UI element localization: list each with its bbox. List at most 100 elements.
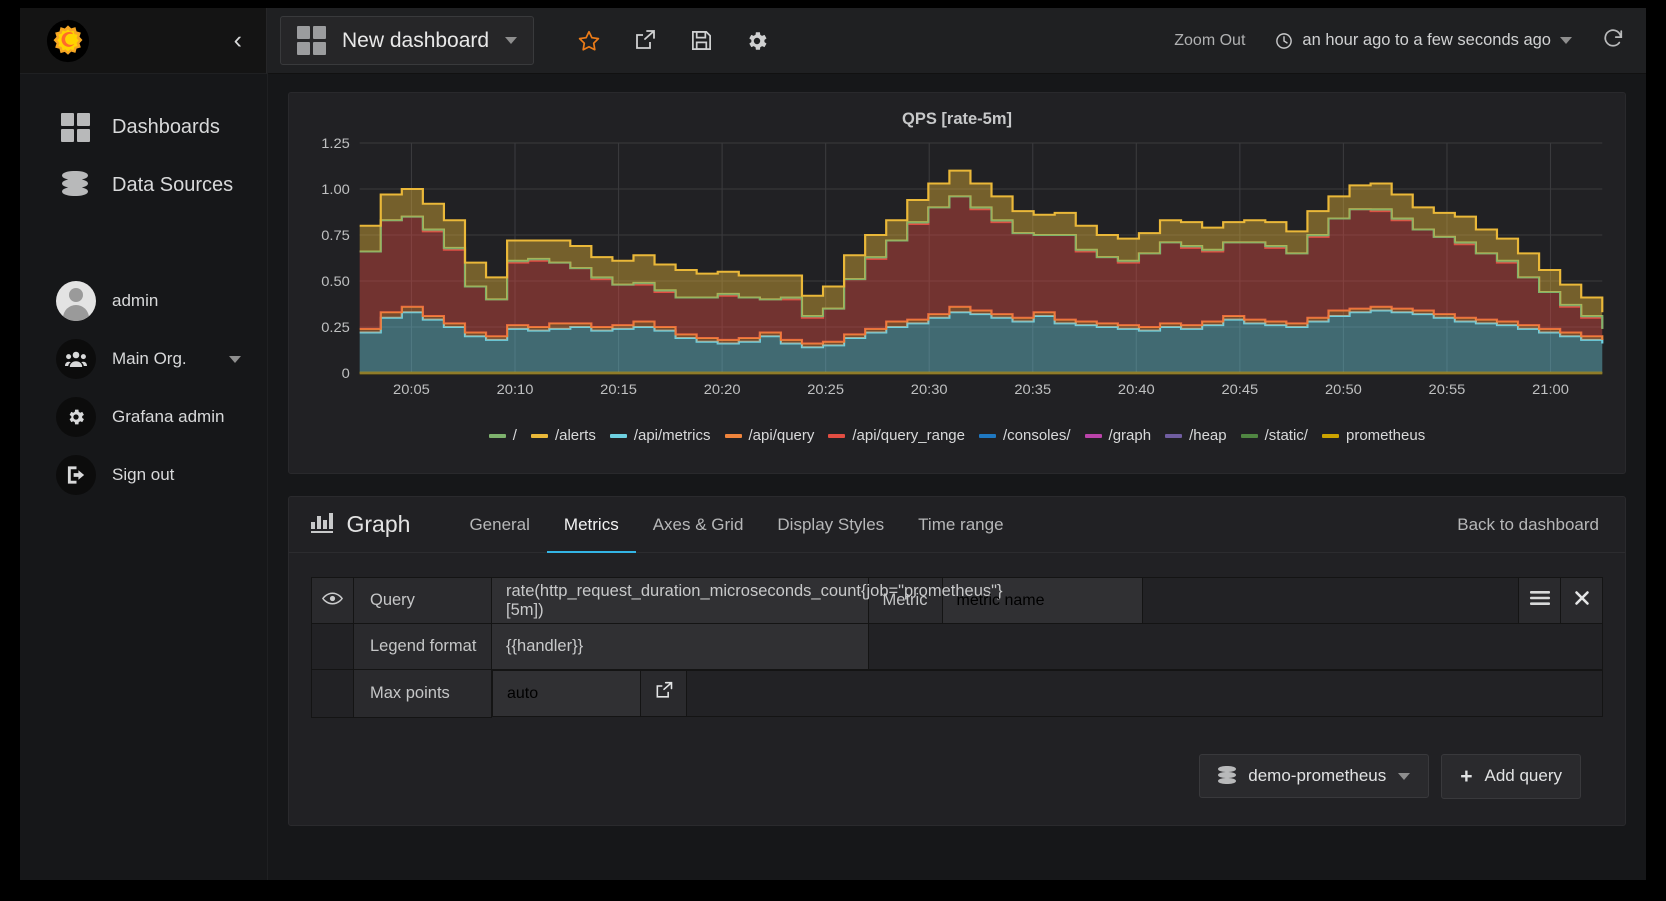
svg-text:21:00: 21:00	[1532, 382, 1569, 397]
legend-series-label: /graph	[1108, 427, 1152, 444]
legend-format-value: {{handler}}	[506, 637, 584, 655]
svg-text:20:10: 20:10	[497, 382, 534, 397]
chevron-down-icon	[505, 37, 518, 44]
refresh-icon[interactable]	[1602, 27, 1624, 54]
svg-text:20:25: 20:25	[807, 382, 844, 397]
editor-type-label: Graph	[346, 511, 411, 537]
svg-text:20:40: 20:40	[1118, 382, 1155, 397]
add-query-button[interactable]: + Add query	[1441, 753, 1581, 799]
time-range-picker[interactable]: an hour ago to a few seconds ago	[1275, 31, 1572, 50]
tab-display-styles[interactable]: Display Styles	[760, 498, 901, 553]
metric-placeholder: metric name	[956, 591, 1045, 609]
remove-query-button[interactable]	[1560, 577, 1603, 624]
tab-axes-grid[interactable]: Axes & Grid	[636, 498, 761, 553]
zoom-out-button[interactable]: Zoom Out	[1174, 32, 1245, 50]
legend-item[interactable]: /api/metrics	[609, 427, 711, 444]
legend-item[interactable]: /alerts	[530, 427, 596, 444]
legend-item[interactable]: /consoles/	[978, 427, 1071, 444]
legend-item[interactable]: prometheus	[1321, 427, 1425, 444]
legend-item[interactable]: /	[488, 427, 517, 444]
sidebar-user-label: admin	[112, 291, 159, 310]
sidebar-user-section: admin Main Org. Grafana admin Sign out	[20, 272, 267, 504]
legend-row-spacer-right	[867, 623, 1603, 670]
sidebar-item-grafana-admin[interactable]: Grafana admin	[20, 388, 267, 446]
sidebar-item-sign-out[interactable]: Sign out	[20, 446, 267, 504]
svg-text:1.25: 1.25	[321, 136, 350, 151]
svg-text:20:15: 20:15	[600, 382, 637, 397]
users-icon	[56, 339, 96, 379]
time-range-label: an hour ago to a few seconds ago	[1302, 31, 1551, 49]
sidebar-item-admin[interactable]: admin	[20, 272, 267, 330]
max-points-spacer	[686, 670, 1603, 717]
content-area: QPS [rate-5m] 0 0.25 0.50 0.75 1.00 1.25 20:05…	[268, 74, 1646, 880]
save-icon[interactable]	[688, 28, 714, 54]
plot-area[interactable]: 0 0.25 0.50 0.75 1.00 1.25 20:05 20:10 20:15 20:2…	[303, 133, 1611, 423]
query-menu-button[interactable]	[1518, 577, 1561, 624]
database-icon	[60, 170, 90, 200]
max-points-label: Max points	[353, 669, 492, 718]
query-label: Query	[353, 577, 492, 624]
sidebar-user-label: Grafana admin	[112, 407, 225, 426]
legend-color-swatch	[609, 433, 627, 438]
eye-icon	[321, 592, 344, 604]
grid-icon	[60, 112, 90, 142]
tab-general[interactable]: General	[452, 498, 546, 553]
max-points-cell: auto	[492, 670, 1603, 717]
external-link-icon	[656, 681, 672, 698]
datasource-label: demo-prometheus	[1248, 766, 1387, 785]
legend-color-swatch	[724, 433, 742, 438]
legend-series-label: /alerts	[554, 427, 596, 444]
main-area: New dashboard Zoom Out an hour ago to a …	[268, 8, 1646, 880]
tab-metrics[interactable]: Metrics	[546, 498, 636, 553]
chevron-down-icon[interactable]	[229, 355, 241, 363]
chart-legend: / /alerts/api/metrics/api/query/api/query…	[303, 423, 1611, 444]
share-icon[interactable]	[632, 28, 658, 54]
max-points-input[interactable]: auto	[492, 670, 641, 717]
stacked-area-chart: 0 0.25 0.50 0.75 1.00 1.25 20:05 20:10 20:15 20:2…	[321, 136, 1604, 397]
sidebar-item-dashboards[interactable]: Dashboards	[20, 98, 267, 156]
svg-text:20:35: 20:35	[1014, 382, 1051, 397]
legend-format-input[interactable]: {{handler}}	[491, 623, 869, 670]
grid-icon	[297, 26, 326, 55]
max-points-link-button[interactable]	[640, 670, 687, 717]
top-navbar: New dashboard Zoom Out an hour ago to a …	[268, 8, 1646, 74]
toggle-query-visibility-button[interactable]	[311, 577, 354, 624]
chevron-down-icon	[1560, 37, 1572, 44]
back-to-dashboard-link[interactable]: Back to dashboard	[1457, 515, 1603, 535]
legend-color-swatch	[828, 433, 846, 438]
settings-icon[interactable]	[744, 28, 770, 54]
max-points-row: Max points auto	[311, 669, 1603, 718]
maxpoints-row-spacer-left	[311, 669, 354, 718]
sidebar-item-label: Data Sources	[112, 173, 234, 196]
legend-item[interactable]: /graph	[1084, 427, 1152, 444]
star-icon[interactable]	[576, 28, 602, 54]
query-input[interactable]: rate(http_request_duration_microseconds_…	[491, 577, 1003, 624]
legend-series-label: /api/query_range	[852, 427, 965, 444]
add-query-label: Add query	[1484, 766, 1563, 785]
editor-panel-type: Graph	[311, 511, 410, 538]
tab-time-range[interactable]: Time range	[901, 498, 1020, 553]
clock-icon	[1276, 32, 1293, 49]
editor-body: Query rate(http_request_duration_microse…	[289, 553, 1625, 825]
sidebar-collapse-button[interactable]: ‹	[224, 24, 252, 57]
legend-row-spacer-left	[311, 623, 354, 670]
dashboard-picker[interactable]: New dashboard	[280, 16, 535, 65]
sidebar-nav: Dashboards Data Sources	[20, 74, 267, 214]
legend-item[interactable]: /heap	[1165, 427, 1227, 444]
sidebar-item-org[interactable]: Main Org.	[20, 330, 267, 388]
sidebar-user-label: Main Org.	[112, 349, 187, 368]
query-row-spacer	[1141, 577, 1519, 624]
legend-item[interactable]: /api/query	[724, 427, 814, 444]
legend-item[interactable]: /static/	[1240, 427, 1308, 444]
grafana-app: ‹ Dashboards Data Sources admin Main Org…	[20, 8, 1646, 880]
legend-color-swatch	[488, 433, 506, 438]
hamburger-icon	[1529, 591, 1550, 605]
legend-item[interactable]: /api/query_range	[828, 427, 965, 444]
legend-format-label: Legend format	[353, 623, 492, 670]
svg-text:1.00: 1.00	[321, 182, 350, 197]
grafana-logo[interactable]	[46, 19, 90, 63]
datasource-picker[interactable]: demo-prometheus	[1199, 754, 1430, 798]
sidebar-item-data-sources[interactable]: Data Sources	[20, 156, 267, 214]
legend-series-label: /heap	[1189, 427, 1227, 444]
svg-text:20:20: 20:20	[704, 382, 741, 397]
